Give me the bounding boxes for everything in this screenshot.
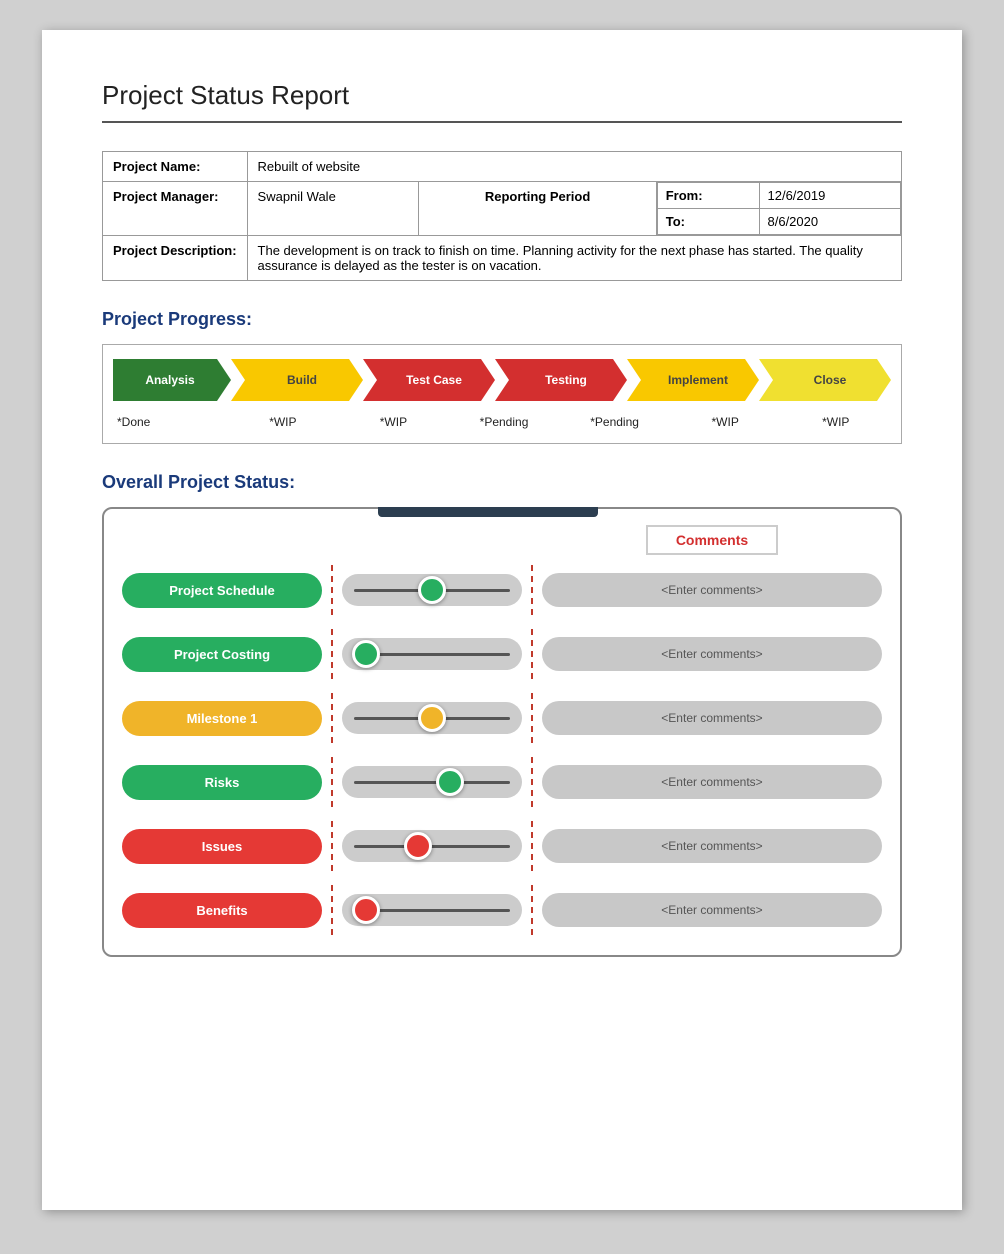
pill-project-costing[interactable]: Project Costing [122, 637, 322, 672]
from-label: From: [657, 183, 759, 209]
divider-2 [531, 565, 533, 615]
divider-11 [331, 885, 333, 935]
slider-project-schedule[interactable] [342, 574, 522, 606]
divider-4 [531, 629, 533, 679]
slider-dot-2[interactable] [352, 640, 380, 668]
project-name-label: Project Name: [103, 152, 248, 182]
table-row: Project Costing <Enter comments> [122, 629, 882, 679]
comment-5[interactable]: <Enter comments> [542, 829, 882, 863]
comments-label-cell: Comments [542, 525, 882, 555]
table-row: Milestone 1 <Enter comments> [122, 693, 882, 743]
pipeline-labels: *Done *WIP *WIP *Pending *Pending *WIP *… [113, 411, 891, 433]
pill-project-schedule[interactable]: Project Schedule [122, 573, 322, 608]
divider-10 [531, 821, 533, 871]
slider-risks[interactable] [342, 766, 522, 798]
divider-7 [331, 757, 333, 807]
slider-dot-5[interactable] [404, 832, 432, 860]
table-row: Risks <Enter comments> [122, 757, 882, 807]
stage-implement: Implement [627, 359, 759, 401]
table-row: Issues <Enter comments> [122, 821, 882, 871]
stage-close: Close [759, 359, 891, 401]
overall-status-title: Overall Project Status: [102, 472, 902, 493]
slider-dot-1[interactable] [418, 576, 446, 604]
project-description-label: Project Description: [103, 236, 248, 281]
slider-dot-6[interactable] [352, 896, 380, 924]
report-title: Project Status Report [102, 80, 902, 111]
divider-3 [331, 629, 333, 679]
slider-dot-3[interactable] [418, 704, 446, 732]
slider-line-4 [354, 781, 510, 784]
slider-project-costing[interactable] [342, 638, 522, 670]
project-description-value: The development is on track to finish on… [247, 236, 901, 281]
status-wip-4: *WIP [780, 415, 891, 429]
divider-6 [531, 693, 533, 743]
info-table: Project Name: Rebuilt of website Project… [102, 151, 902, 281]
comment-2[interactable]: <Enter comments> [542, 637, 882, 671]
stage-testcase: Test Case [363, 359, 495, 401]
status-wip-3: *WIP [670, 415, 781, 429]
page-container: Project Status Report Project Name: Rebu… [42, 30, 962, 1210]
title-divider [102, 121, 902, 123]
divider-1 [331, 565, 333, 615]
divider-5 [331, 693, 333, 743]
comment-6[interactable]: <Enter comments> [542, 893, 882, 927]
status-header-row: Comments [122, 525, 882, 555]
pill-benefits[interactable]: Benefits [122, 893, 322, 928]
slider-line-5 [354, 845, 510, 848]
project-name-value: Rebuilt of website [247, 152, 901, 182]
comment-4[interactable]: <Enter comments> [542, 765, 882, 799]
slider-benefits[interactable] [342, 894, 522, 926]
project-manager-value: Swapnil Wale [247, 182, 419, 236]
divider-9 [331, 821, 333, 871]
table-row: Benefits <Enter comments> [122, 885, 882, 935]
pipeline-container: Analysis Build Test Case Testing Impleme… [102, 344, 902, 444]
status-done: *Done [113, 415, 228, 429]
slider-milestone-1[interactable] [342, 702, 522, 734]
to-value: 8/6/2020 [759, 209, 901, 235]
stage-build: Build [231, 359, 363, 401]
status-wip-1: *WIP [228, 415, 339, 429]
status-container: Comments Project Schedule <Enter comment… [102, 507, 902, 957]
progress-section-title: Project Progress: [102, 309, 902, 330]
status-wip-2: *WIP [338, 415, 449, 429]
slider-dot-4[interactable] [436, 768, 464, 796]
to-label: To: [657, 209, 759, 235]
table-row: Project Schedule <Enter comments> [122, 565, 882, 615]
status-pending-2: *Pending [559, 415, 670, 429]
divider-8 [531, 757, 533, 807]
pill-risks[interactable]: Risks [122, 765, 322, 800]
status-pending-1: *Pending [449, 415, 560, 429]
stage-testing: Testing [495, 359, 627, 401]
status-top-bar [378, 507, 598, 517]
pill-issues[interactable]: Issues [122, 829, 322, 864]
slider-issues[interactable] [342, 830, 522, 862]
reporting-period-label: Reporting Period [419, 182, 656, 236]
comment-1[interactable]: <Enter comments> [542, 573, 882, 607]
pipeline-arrows: Analysis Build Test Case Testing Impleme… [113, 359, 891, 401]
comments-label: Comments [646, 525, 778, 555]
project-manager-label: Project Manager: [103, 182, 248, 236]
pill-milestone-1[interactable]: Milestone 1 [122, 701, 322, 736]
from-value: 12/6/2019 [759, 183, 901, 209]
stage-analysis: Analysis [113, 359, 231, 401]
divider-12 [531, 885, 533, 935]
comment-3[interactable]: <Enter comments> [542, 701, 882, 735]
